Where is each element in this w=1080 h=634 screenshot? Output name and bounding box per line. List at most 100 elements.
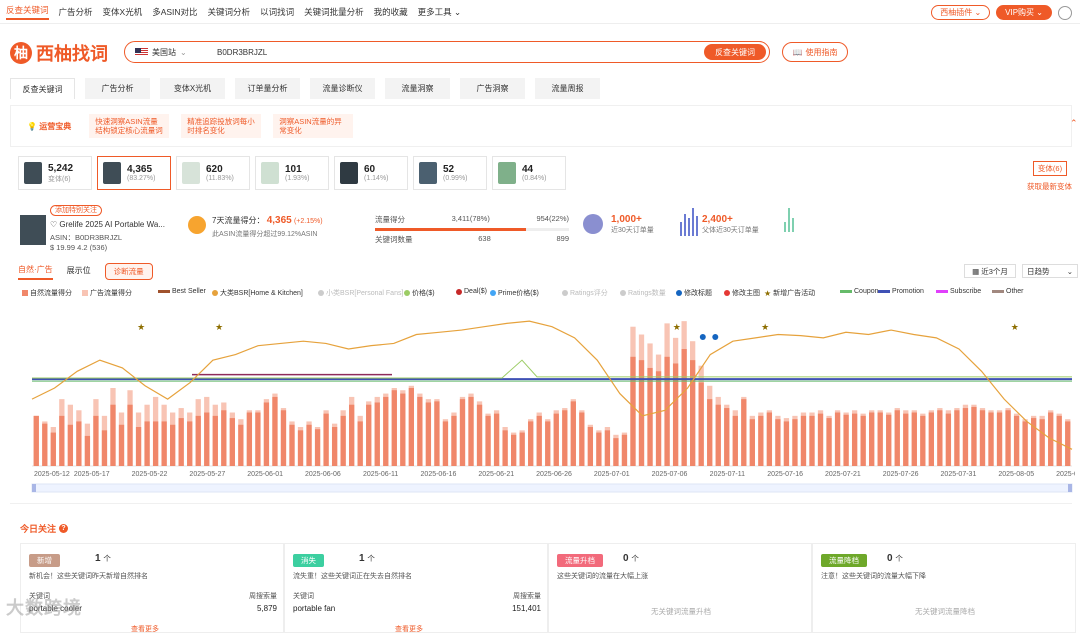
topnav-item-ad-analysis[interactable]: 广告分析 (59, 6, 93, 18)
legend-item[interactable]: Ratings数量 (620, 288, 666, 298)
topnav-item-more-tools[interactable]: 更多工具 ⌄ (418, 6, 462, 18)
tip-item[interactable]: 快速洞察ASIN流量结构锁定核心流量词 (89, 114, 170, 138)
focus-count-value: 1 (95, 553, 101, 564)
legend-item[interactable]: Best Seller (158, 288, 206, 295)
tab-weekly-report[interactable]: 流量周报 (535, 78, 600, 99)
tab-traffic-insight[interactable]: 流量洞察 (385, 78, 450, 99)
legend-item[interactable]: Prime价格($) (490, 288, 539, 298)
variant-count: 44 (522, 164, 534, 175)
legend-item[interactable]: 修改标题 (676, 288, 712, 298)
legend-item[interactable]: Deal($) (456, 288, 487, 295)
legend-item[interactable]: Promotion (878, 288, 924, 295)
natural-score-bar (1005, 410, 1011, 466)
reverse-search-button[interactable]: 反查关键词 (704, 44, 766, 60)
topnav-item-multi-asin[interactable]: 多ASIN对比 (152, 6, 197, 18)
asin-input[interactable] (217, 47, 704, 57)
natural-score-bar (562, 410, 568, 466)
add-favorite-button[interactable]: 添加特别关注 (50, 205, 102, 216)
diagnose-button[interactable]: 诊断流量 (104, 263, 153, 280)
plugin-label: 西柚插件 (940, 8, 973, 17)
product-title[interactable]: ♡ Grelife 2025 AI Portable Wa... (50, 220, 200, 229)
tab-natural-ad[interactable]: 自然·广告 (18, 264, 53, 280)
tab-ad-insight[interactable]: 广告洞察 (460, 78, 525, 99)
natural-score-bar (178, 418, 184, 466)
today-focus-title: 今日关注? (20, 522, 69, 535)
granularity-select[interactable]: 日趋势 ⌄ (1022, 264, 1078, 278)
tab-reverse-keywords[interactable]: 反查关键词 (10, 78, 75, 99)
collapse-icon[interactable]: ⌃ (1070, 118, 1078, 129)
natural-score-bar (664, 356, 670, 466)
plugin-button[interactable]: 西柚插件 ⌄ (931, 5, 991, 20)
logo-text: 西柚找词 (36, 44, 108, 64)
variant-count-button[interactable]: 变体(6) (1033, 161, 1067, 176)
natural-score-bar (340, 415, 346, 466)
logo-icon: 柚 (10, 42, 32, 64)
guide-button[interactable]: 📖 使用指南 (782, 42, 848, 62)
legend-label: 广告流量得分 (90, 290, 132, 297)
tab-placement[interactable]: 展示位 (67, 265, 91, 279)
tab-ad-analysis[interactable]: 广告分析 (85, 78, 150, 99)
top-nav: 反查关键词 广告分析 变体X光机 多ASIN对比 关键词分析 以词找词 关键词批… (0, 0, 1080, 24)
date-range-select[interactable]: ▦ 近3个月 (964, 264, 1016, 278)
legend-item[interactable]: 修改主图 (724, 288, 760, 298)
view-more-link[interactable]: 查看更多 (131, 624, 159, 634)
variant-card[interactable]: 620 (11.83%) (176, 156, 250, 190)
heart-icon[interactable]: ♡ (50, 220, 57, 229)
legend-item[interactable]: Coupon (840, 288, 879, 295)
variant-card[interactable]: 60 (1.14%) (334, 156, 408, 190)
topnav-item-favorites[interactable]: 我的收藏 (374, 6, 408, 18)
vip-button[interactable]: VIP购买 ⌄ (996, 5, 1052, 20)
topnav-item-reverse-keywords[interactable]: 反查关键词 (6, 4, 49, 20)
legend-item[interactable]: 小类BSR[Personal Fans] (318, 288, 403, 298)
legend-item[interactable]: 价格($) (404, 288, 435, 298)
legend-item[interactable]: ★ 新增广告活动 (764, 288, 815, 298)
natural-score-bar (1039, 419, 1045, 466)
topnav-item-word-search[interactable]: 以词找词 (260, 6, 294, 18)
legend-item[interactable]: 广告流量得分 (82, 288, 132, 298)
natural-score-bar (383, 396, 389, 466)
legend-item[interactable]: Subscribe (936, 288, 981, 295)
variant-card[interactable]: 101 (1.93%) (255, 156, 329, 190)
product-title-text: Grelife 2025 AI Portable Wa... (59, 220, 165, 229)
tip-ops-guide[interactable]: 💡 运营宝典 (21, 118, 78, 134)
product-thumbnail (261, 162, 279, 184)
product-thumbnail (182, 162, 200, 184)
x-tick-label: 2025-05-27 (189, 471, 225, 478)
variant-card[interactable]: 52 (0.99%) (413, 156, 487, 190)
user-icon[interactable] (1058, 6, 1072, 20)
natural-score-bar (170, 424, 176, 466)
legend-item[interactable]: 大类BSR[Home & Kitchen] (212, 288, 303, 298)
tab-traffic-diagnosis[interactable]: 流量诊断仪 (310, 78, 375, 99)
tab-order-analysis[interactable]: 订单量分析 (235, 78, 300, 99)
legend-item[interactable]: Ratings评分 (562, 288, 608, 298)
legend-label: Prime价格($) (498, 290, 539, 297)
natural-score-bar (246, 412, 253, 466)
tip-item[interactable]: 洞察ASIN流量的异常变化 (273, 114, 354, 138)
legend-item[interactable]: Other (992, 288, 1024, 295)
natural-score-bar (920, 415, 926, 466)
variant-card[interactable]: 4,365 (83.27%) (97, 156, 171, 190)
natural-score-bar (681, 349, 687, 466)
logo[interactable]: 柚 西柚找词 (10, 40, 108, 66)
legend-swatch: ★ (764, 288, 772, 298)
focus-row[interactable]: portable fan 151,401 (293, 604, 541, 613)
topnav-item-batch-analysis[interactable]: 关键词批量分析 (304, 6, 364, 18)
search-bar: 美国站 ⌄ 反查关键词 (124, 41, 770, 63)
topnav-item-variant-xray[interactable]: 变体X光机 (103, 6, 143, 18)
legend-item[interactable]: 自然流量得分 (22, 288, 72, 298)
product-asin: ASIN：B0DR3BRJZL (50, 233, 123, 242)
tip-item[interactable]: 精准追踪投放词每小时排名变化 (181, 114, 262, 138)
refresh-variants-link[interactable]: 获取最新变体 (1027, 181, 1072, 192)
product-image[interactable] (20, 215, 46, 245)
question-icon[interactable]: ? (59, 524, 69, 533)
variant-card[interactable]: 44 (0.84%) (492, 156, 566, 190)
score-icon (188, 216, 206, 234)
x-tick-label: 2025-08-10 (1056, 471, 1075, 478)
natural-score-bar (877, 412, 883, 466)
site-select[interactable]: 美国站 ⌄ (125, 47, 217, 58)
view-more-link[interactable]: 查看更多 (395, 624, 423, 634)
variant-card[interactable]: 5,242 变体(6) (18, 156, 92, 190)
tab-variant-xray[interactable]: 变体X光机 (160, 78, 225, 99)
focus-keyword: portable fan (293, 604, 336, 613)
topnav-item-keyword-analysis[interactable]: 关键词分析 (208, 6, 251, 18)
